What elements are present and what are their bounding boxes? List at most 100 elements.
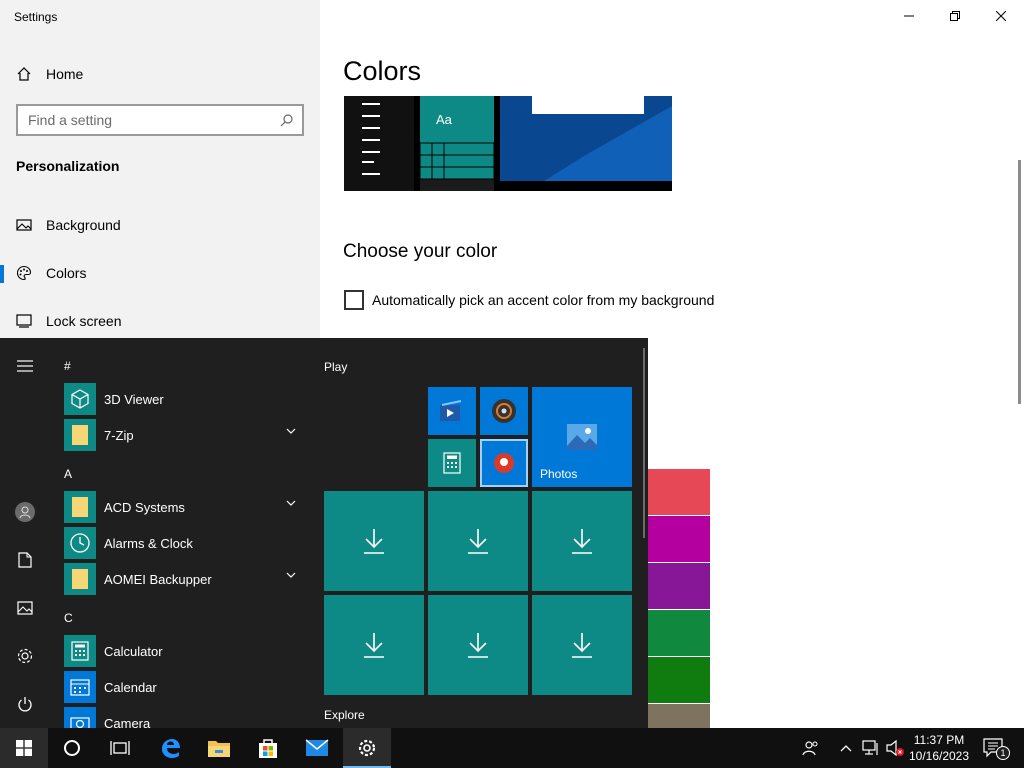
user-avatar-icon <box>15 502 35 522</box>
restore-button[interactable] <box>932 0 978 32</box>
auto-pick-checkbox-row[interactable]: Automatically pick an accent color from … <box>344 290 714 310</box>
people-icon <box>802 741 818 756</box>
file-explorer-button[interactable] <box>195 728 243 768</box>
tile-calculator[interactable] <box>428 439 476 487</box>
minimize-button[interactable] <box>886 0 932 32</box>
close-button[interactable] <box>978 0 1024 32</box>
store-button[interactable] <box>244 728 292 768</box>
cortana-button[interactable] <box>48 728 96 768</box>
group-label-play[interactable]: Play <box>324 360 347 374</box>
home-icon <box>17 67 31 81</box>
color-swatch[interactable] <box>648 704 710 728</box>
sidebar-item-label: Lock screen <box>46 313 122 329</box>
edge-icon <box>162 739 180 758</box>
app-name: Calendar <box>104 679 157 695</box>
color-swatch[interactable] <box>648 657 710 703</box>
expand-menu-button[interactable] <box>0 346 50 386</box>
tile-movies[interactable] <box>428 387 476 435</box>
photos-icon <box>567 424 597 450</box>
volume-muted-button[interactable] <box>885 738 905 758</box>
app-calendar[interactable]: Calendar <box>64 671 304 703</box>
tile-photos[interactable]: Photos <box>532 387 632 487</box>
color-swatch[interactable] <box>648 610 710 656</box>
lock-screen-icon <box>16 314 32 328</box>
sidebar-item-background[interactable]: Background <box>0 205 320 245</box>
settings-button[interactable] <box>0 636 50 676</box>
tile-area: Play Photos Explore <box>324 338 648 728</box>
user-account-button[interactable] <box>0 492 50 532</box>
home-nav-item[interactable]: Home <box>16 63 83 85</box>
group-label-explore[interactable]: Explore <box>324 708 365 722</box>
map-pin-icon <box>494 453 514 473</box>
chevron-down-icon <box>286 572 296 578</box>
task-view-button[interactable] <box>96 728 144 768</box>
edge-browser-button[interactable] <box>146 728 194 768</box>
download-icon <box>572 633 592 658</box>
choose-color-title: Choose your color <box>343 241 498 262</box>
app-camera[interactable]: Camera <box>64 707 304 728</box>
theme-preview: Aa <box>344 96 672 191</box>
mail-button[interactable] <box>293 728 341 768</box>
start-menu-scrollbar[interactable] <box>643 348 645 538</box>
folder-icon <box>64 491 96 523</box>
clock-date: 10/16/2023 <box>908 749 970 763</box>
sidebar-item-lock-screen[interactable]: Lock screen <box>0 301 320 341</box>
app-3d-viewer[interactable]: 3D Viewer <box>64 383 304 415</box>
network-button[interactable] <box>861 738 881 758</box>
list-header[interactable]: # <box>64 359 71 373</box>
tile-download-pending[interactable] <box>428 491 528 591</box>
color-swatch[interactable] <box>648 469 710 515</box>
chevron-down-icon <box>286 428 296 434</box>
tile-label: Photos <box>540 467 578 481</box>
color-swatch[interactable] <box>648 516 710 562</box>
palette-icon <box>16 265 32 281</box>
tile-download-pending[interactable] <box>532 491 632 591</box>
pictures-button[interactable] <box>0 588 50 628</box>
store-bag-icon <box>259 739 277 758</box>
preview-tile-text: Aa <box>436 112 452 127</box>
people-button[interactable] <box>801 738 821 758</box>
auto-pick-checkbox[interactable] <box>344 290 364 310</box>
app-name: Calculator <box>104 643 163 659</box>
windows-logo-icon <box>16 740 32 756</box>
start-menu: # 3D Viewer 7-Zip A ACD Systems Alarms &… <box>0 338 648 728</box>
tile-download-pending[interactable] <box>428 595 528 695</box>
cube-icon <box>64 383 96 415</box>
app-alarms-clock[interactable]: Alarms & Clock <box>64 527 304 559</box>
search-icon[interactable] <box>280 113 294 127</box>
tile-download-pending[interactable] <box>324 491 424 591</box>
start-button[interactable] <box>0 728 48 768</box>
sidebar-item-label: Background <box>46 217 121 233</box>
app-acd-systems[interactable]: ACD Systems <box>64 491 304 523</box>
clock-time: 11:37 PM <box>913 733 965 747</box>
action-center-button[interactable]: 1 <box>982 738 1010 760</box>
settings-taskbar-button[interactable] <box>343 728 391 768</box>
color-swatch[interactable] <box>648 563 710 609</box>
tile-download-pending[interactable] <box>324 595 424 695</box>
folder-icon <box>64 563 96 595</box>
sidebar-item-colors[interactable]: Colors <box>0 253 320 293</box>
app-calculator[interactable]: Calculator <box>64 635 304 667</box>
search-box[interactable] <box>16 104 304 136</box>
taskbar-clock[interactable]: 11:37 PM 10/16/2023 <box>906 732 972 764</box>
app-7-zip[interactable]: 7-Zip <box>64 419 304 451</box>
tile-maps[interactable] <box>480 439 528 487</box>
app-name: AOMEI Backupper <box>104 571 212 587</box>
power-button[interactable] <box>0 684 50 724</box>
tile-download-pending[interactable] <box>532 595 632 695</box>
app-name: Alarms & Clock <box>104 535 193 551</box>
list-header[interactable]: C <box>64 611 73 625</box>
download-icon <box>468 633 488 658</box>
camera-icon <box>64 707 96 728</box>
search-input[interactable] <box>28 112 280 128</box>
page-scrollbar[interactable] <box>1018 160 1021 404</box>
start-rail <box>0 338 50 728</box>
show-hidden-icons-button[interactable] <box>836 738 856 758</box>
app-aomei-backupper[interactable]: AOMEI Backupper <box>64 563 304 595</box>
documents-button[interactable] <box>0 540 50 580</box>
tile-groove-music[interactable] <box>480 387 528 435</box>
folder-icon <box>208 741 230 757</box>
list-header[interactable]: A <box>64 467 72 481</box>
download-icon <box>468 529 488 554</box>
music-disc-icon <box>492 399 516 423</box>
